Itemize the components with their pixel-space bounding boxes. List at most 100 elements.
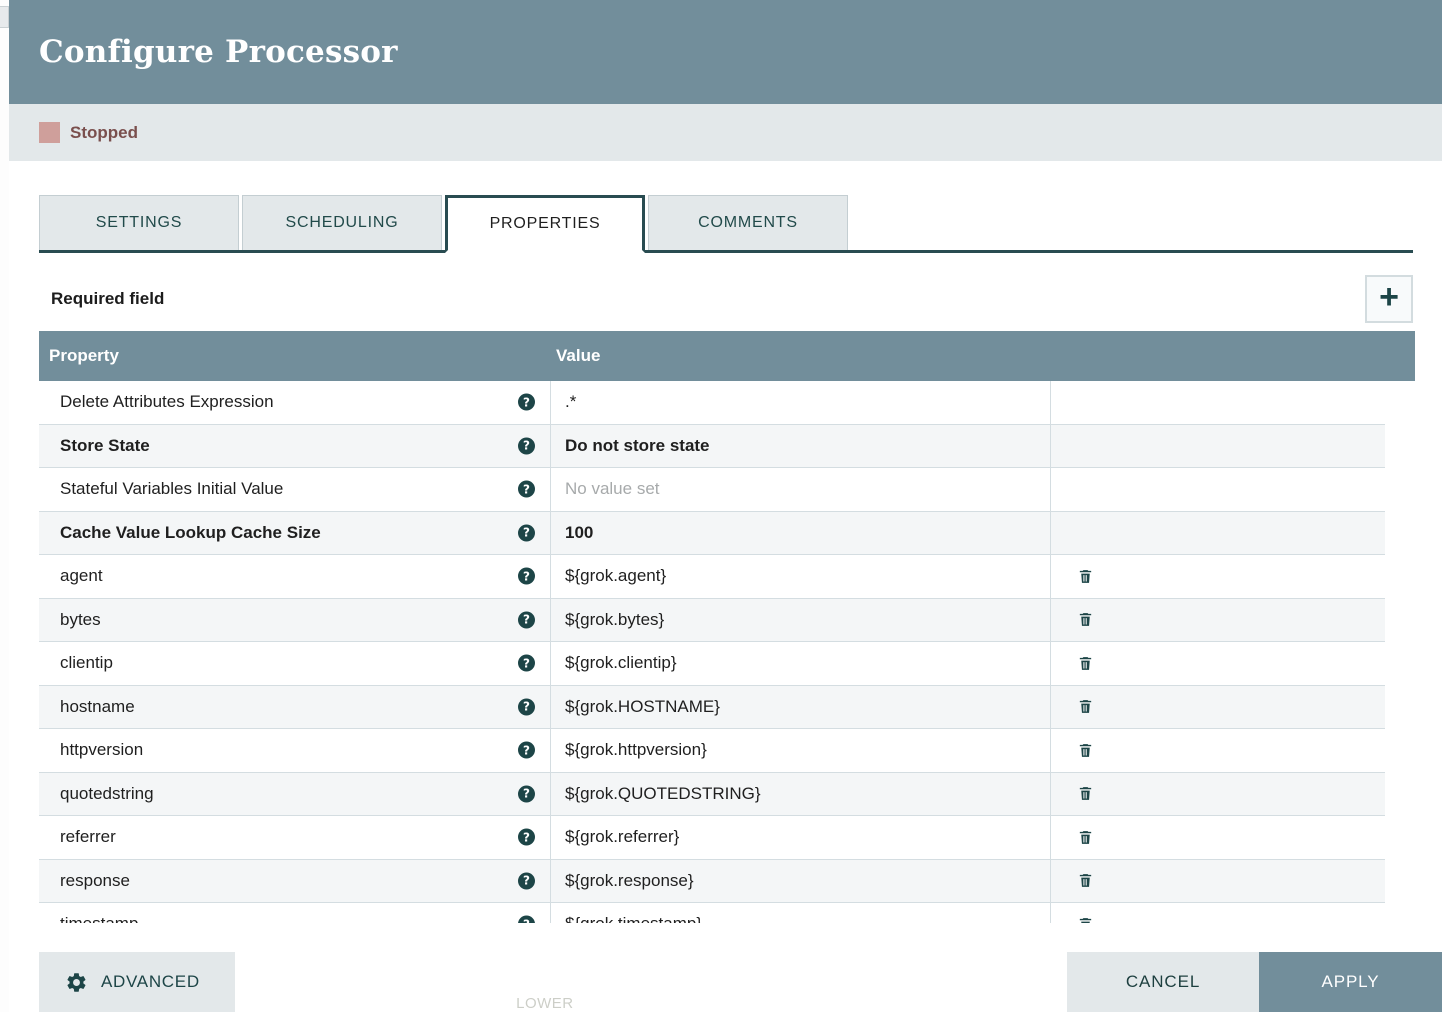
- value-text: ${grok.HOSTNAME}: [565, 696, 720, 716]
- delete-property-icon[interactable]: [1077, 784, 1094, 803]
- value-cell[interactable]: ${grok.referrer}: [551, 816, 1051, 859]
- value-text: .*: [565, 392, 577, 412]
- table-row[interactable]: response? ${grok.response}: [39, 859, 1385, 903]
- property-cell: quotedstring?: [39, 772, 551, 815]
- add-property-button[interactable]: +: [1365, 275, 1413, 323]
- apply-button[interactable]: APPLY: [1259, 952, 1442, 1012]
- table-body: Delete Attributes Expression? .* Store Sta…: [39, 381, 1385, 923]
- value-cell[interactable]: .*: [551, 381, 1051, 424]
- value-cell[interactable]: 100: [551, 511, 1051, 554]
- property-name: referrer: [60, 827, 116, 847]
- property-cell: referrer?: [39, 816, 551, 859]
- value-text: ${grok.agent}: [565, 566, 667, 586]
- actions-cell: [1051, 555, 1385, 598]
- actions-cell: [1051, 686, 1385, 729]
- table-row[interactable]: hostname? ${grok.HOSTNAME}: [39, 685, 1385, 729]
- table-row[interactable]: Stateful Variables Initial Value? No valu…: [39, 468, 1385, 512]
- table-row[interactable]: quotedstring? ${grok.QUOTEDSTRING}: [39, 772, 1385, 816]
- help-icon[interactable]: ?: [518, 437, 535, 455]
- tab-properties[interactable]: PROPERTIES: [445, 195, 645, 253]
- delete-property-icon[interactable]: [1077, 741, 1094, 760]
- delete-property-icon[interactable]: [1077, 697, 1094, 716]
- gear-icon: [65, 971, 88, 994]
- property-cell: httpversion?: [39, 729, 551, 772]
- dialog-footer: W ATTRIBUTES! LOWER ADVANCED CANCEL APPL…: [9, 952, 1442, 1012]
- delete-property-icon[interactable]: [1077, 915, 1094, 923]
- delete-property-icon[interactable]: [1077, 567, 1094, 586]
- value-cell[interactable]: ${grok.HOSTNAME}: [551, 685, 1051, 728]
- value-cell[interactable]: ${grok.QUOTEDSTRING}: [551, 772, 1051, 815]
- value-text: ${grok.response}: [565, 870, 694, 890]
- property-name: Cache Value Lookup Cache Size: [60, 522, 321, 542]
- actions-cell: [1051, 425, 1385, 468]
- help-icon[interactable]: ?: [518, 611, 535, 629]
- help-icon[interactable]: ?: [518, 915, 535, 923]
- dialog-header: Configure Processor: [9, 0, 1442, 104]
- column-header-value: Value: [556, 346, 601, 365]
- value-cell[interactable]: No value set: [551, 468, 1051, 511]
- delete-property-icon[interactable]: [1077, 871, 1094, 890]
- help-icon[interactable]: ?: [518, 741, 535, 759]
- value-cell[interactable]: ${grok.httpversion}: [551, 729, 1051, 772]
- help-icon[interactable]: ?: [518, 785, 535, 803]
- table-header-row: Property Value: [39, 331, 1415, 381]
- value-text: Do not store state: [565, 435, 710, 455]
- plus-icon: +: [1379, 278, 1399, 316]
- help-icon[interactable]: ?: [518, 393, 535, 411]
- properties-toolbar: Required field +: [39, 271, 1413, 327]
- tab-comments[interactable]: COMMENTS: [648, 195, 848, 250]
- property-cell: clientip?: [39, 642, 551, 685]
- help-icon[interactable]: ?: [518, 567, 535, 585]
- tab-settings-label: SETTINGS: [95, 214, 183, 231]
- tab-bar: SETTINGS SCHEDULING PROPERTIES COMMENTS: [39, 195, 1413, 253]
- configure-processor-dialog: Configure Processor Stopped SETTINGS SCH…: [9, 0, 1442, 1012]
- actions-cell: [1051, 773, 1385, 816]
- tab-scheduling[interactable]: SCHEDULING: [242, 195, 442, 250]
- help-icon[interactable]: ?: [518, 872, 535, 890]
- property-cell: Delete Attributes Expression?: [39, 381, 551, 424]
- table-row[interactable]: referrer? ${grok.referrer}: [39, 816, 1385, 860]
- value-cell[interactable]: ${grok.timestamp}: [551, 903, 1051, 923]
- property-name: hostname: [60, 696, 135, 716]
- delete-property-icon[interactable]: [1077, 610, 1094, 629]
- delete-property-icon[interactable]: [1077, 828, 1094, 847]
- table-row[interactable]: timestamp? ${grok.timestamp}: [39, 903, 1385, 923]
- property-cell: Store State?: [39, 424, 551, 467]
- table-row[interactable]: Delete Attributes Expression? .*: [39, 381, 1385, 425]
- advanced-button[interactable]: ADVANCED: [39, 952, 235, 1012]
- delete-property-icon[interactable]: [1077, 654, 1094, 673]
- background-panel-fragment: [0, 6, 9, 28]
- help-icon[interactable]: ?: [518, 654, 535, 672]
- tab-settings[interactable]: SETTINGS: [39, 195, 239, 250]
- column-header-property: Property: [49, 346, 119, 365]
- property-cell: response?: [39, 859, 551, 902]
- value-text: ${grok.timestamp}: [565, 914, 702, 923]
- table-row[interactable]: Cache Value Lookup Cache Size? 100: [39, 511, 1385, 555]
- value-cell[interactable]: ${grok.clientip}: [551, 642, 1051, 685]
- actions-cell: [1051, 642, 1385, 685]
- help-icon[interactable]: ?: [518, 698, 535, 716]
- value-cell[interactable]: Do not store state: [551, 424, 1051, 467]
- table-row[interactable]: agent? ${grok.agent}: [39, 555, 1385, 599]
- property-name: agent: [60, 566, 103, 586]
- cancel-button[interactable]: CANCEL: [1067, 952, 1259, 1012]
- cancel-button-label: CANCEL: [1125, 972, 1201, 991]
- property-cell: Cache Value Lookup Cache Size?: [39, 511, 551, 554]
- table-row[interactable]: bytes? ${grok.bytes}: [39, 598, 1385, 642]
- property-name: Store State: [60, 435, 150, 455]
- value-cell[interactable]: ${grok.response}: [551, 859, 1051, 902]
- value-text: ${grok.referrer}: [565, 827, 680, 847]
- property-cell: timestamp?: [39, 903, 551, 923]
- table-row[interactable]: clientip? ${grok.clientip}: [39, 642, 1385, 686]
- actions-cell: [1051, 816, 1385, 859]
- value-text: 100: [565, 522, 594, 542]
- value-cell[interactable]: ${grok.agent}: [551, 555, 1051, 598]
- help-icon[interactable]: ?: [518, 480, 535, 498]
- table-row[interactable]: Store State? Do not store state: [39, 424, 1385, 468]
- tab-scheduling-label: SCHEDULING: [285, 214, 399, 231]
- table-row[interactable]: httpversion? ${grok.httpversion}: [39, 729, 1385, 773]
- help-icon[interactable]: ?: [518, 524, 535, 542]
- property-name: Stateful Variables Initial Value: [60, 479, 284, 499]
- value-cell[interactable]: ${grok.bytes}: [551, 598, 1051, 641]
- help-icon[interactable]: ?: [518, 828, 535, 846]
